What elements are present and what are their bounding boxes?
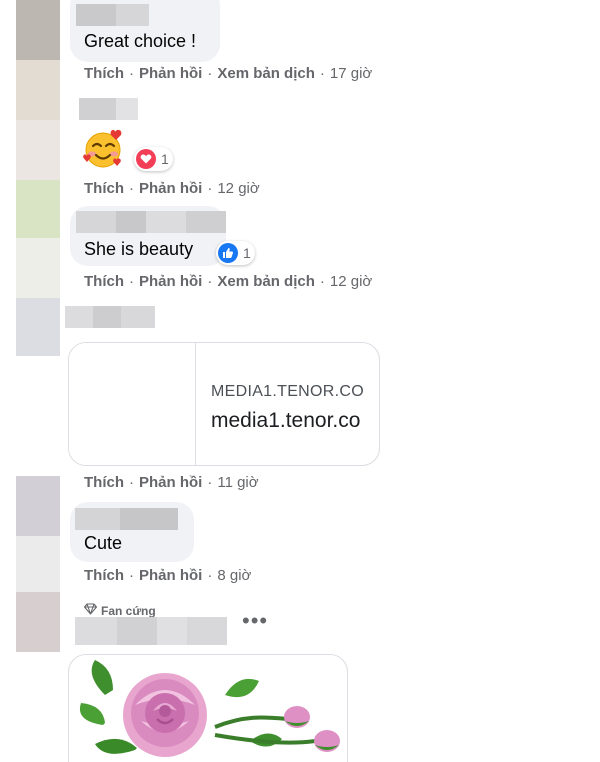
- reaction-summary[interactable]: 1: [216, 241, 255, 265]
- timestamp[interactable]: 17 giờ: [330, 65, 372, 82]
- comment-text: She is beauty: [84, 239, 194, 259]
- author-name[interactable]: [79, 98, 138, 120]
- author-name[interactable]: [75, 508, 178, 530]
- sticker-card[interactable]: [68, 654, 348, 762]
- comment-actions: Thích · Phản hồi · Xem bản dịch · 12 giờ: [84, 273, 372, 290]
- translate-link[interactable]: Xem bản dịch: [217, 273, 315, 290]
- comment-text: Great choice !: [84, 31, 197, 51]
- avatar[interactable]: [16, 60, 60, 120]
- like-link[interactable]: Thích: [84, 65, 124, 82]
- separator: ·: [129, 65, 134, 82]
- separator: ·: [319, 273, 325, 290]
- link-thumbnail: [69, 343, 196, 465]
- avatar[interactable]: [16, 536, 60, 592]
- author-name[interactable]: [75, 617, 227, 645]
- avatar[interactable]: [16, 298, 60, 356]
- comment-actions: Thích · Phản hồi · 8 giờ: [84, 567, 251, 584]
- fan-badge[interactable]: Fan cứng: [83, 603, 156, 618]
- reaction-count: 1: [161, 151, 169, 167]
- like-link[interactable]: Thích: [84, 474, 124, 491]
- separator: ·: [207, 474, 213, 491]
- pink-rose-sticker-icon: [75, 655, 347, 762]
- separator: ·: [207, 273, 213, 290]
- separator: ·: [207, 180, 213, 197]
- separator: ·: [129, 180, 134, 197]
- timestamp[interactable]: 11 giờ: [217, 474, 258, 491]
- separator: ·: [129, 567, 134, 584]
- like-link[interactable]: Thích: [84, 180, 124, 197]
- reply-link[interactable]: Phản hồi: [139, 65, 202, 82]
- avatar-column: [16, 0, 60, 652]
- diamond-icon: [83, 603, 101, 618]
- separator: ·: [129, 474, 134, 491]
- separator: ·: [207, 567, 213, 584]
- translate-link[interactable]: Xem bản dịch: [217, 65, 315, 82]
- link-domain-caps: MEDIA1.TENOR.CO: [211, 383, 364, 400]
- avatar[interactable]: [16, 120, 60, 180]
- avatar[interactable]: [16, 180, 60, 238]
- link-preview-card[interactable]: MEDIA1.TENOR.CO media1.tenor.co: [68, 342, 380, 466]
- like-link[interactable]: Thích: [84, 273, 124, 290]
- comment-thread: Great choice ! Thích · Phản hồi · Xem bả…: [0, 0, 600, 762]
- reaction-count: 1: [243, 245, 251, 261]
- separator: ·: [207, 65, 213, 82]
- smiling-face-with-hearts-icon: [82, 126, 126, 170]
- avatar[interactable]: [16, 0, 60, 60]
- author-name[interactable]: [76, 211, 226, 233]
- reply-link[interactable]: Phản hồi: [139, 474, 202, 491]
- timestamp[interactable]: 12 giờ: [330, 273, 372, 290]
- separator: ·: [319, 65, 325, 82]
- separator: ·: [129, 273, 134, 290]
- author-name[interactable]: [76, 4, 149, 26]
- reply-link[interactable]: Phản hồi: [139, 273, 202, 290]
- avatar[interactable]: [16, 476, 60, 536]
- timestamp[interactable]: 8 giờ: [217, 567, 251, 584]
- comment-actions: Thích · Phản hồi · 12 giờ: [84, 180, 260, 197]
- more-options-icon[interactable]: •••: [242, 610, 268, 632]
- like-link[interactable]: Thích: [84, 567, 124, 584]
- reply-link[interactable]: Phản hồi: [139, 567, 202, 584]
- badge-label: Fan cứng: [101, 603, 156, 618]
- avatar[interactable]: [16, 592, 60, 652]
- love-reaction-icon: [136, 149, 156, 169]
- comment-text: Cute: [84, 533, 123, 553]
- link-domain: media1.tenor.co: [211, 409, 361, 432]
- comment-actions: Thích · Phản hồi · 11 giờ: [84, 474, 259, 491]
- avatar[interactable]: [16, 238, 60, 298]
- author-name[interactable]: [65, 306, 155, 328]
- comment-actions: Thích · Phản hồi · Xem bản dịch · 17 giờ: [84, 65, 372, 82]
- like-reaction-icon: [218, 243, 238, 263]
- reply-link[interactable]: Phản hồi: [139, 180, 202, 197]
- timestamp[interactable]: 12 giờ: [217, 180, 259, 197]
- reaction-summary[interactable]: 1: [134, 147, 173, 171]
